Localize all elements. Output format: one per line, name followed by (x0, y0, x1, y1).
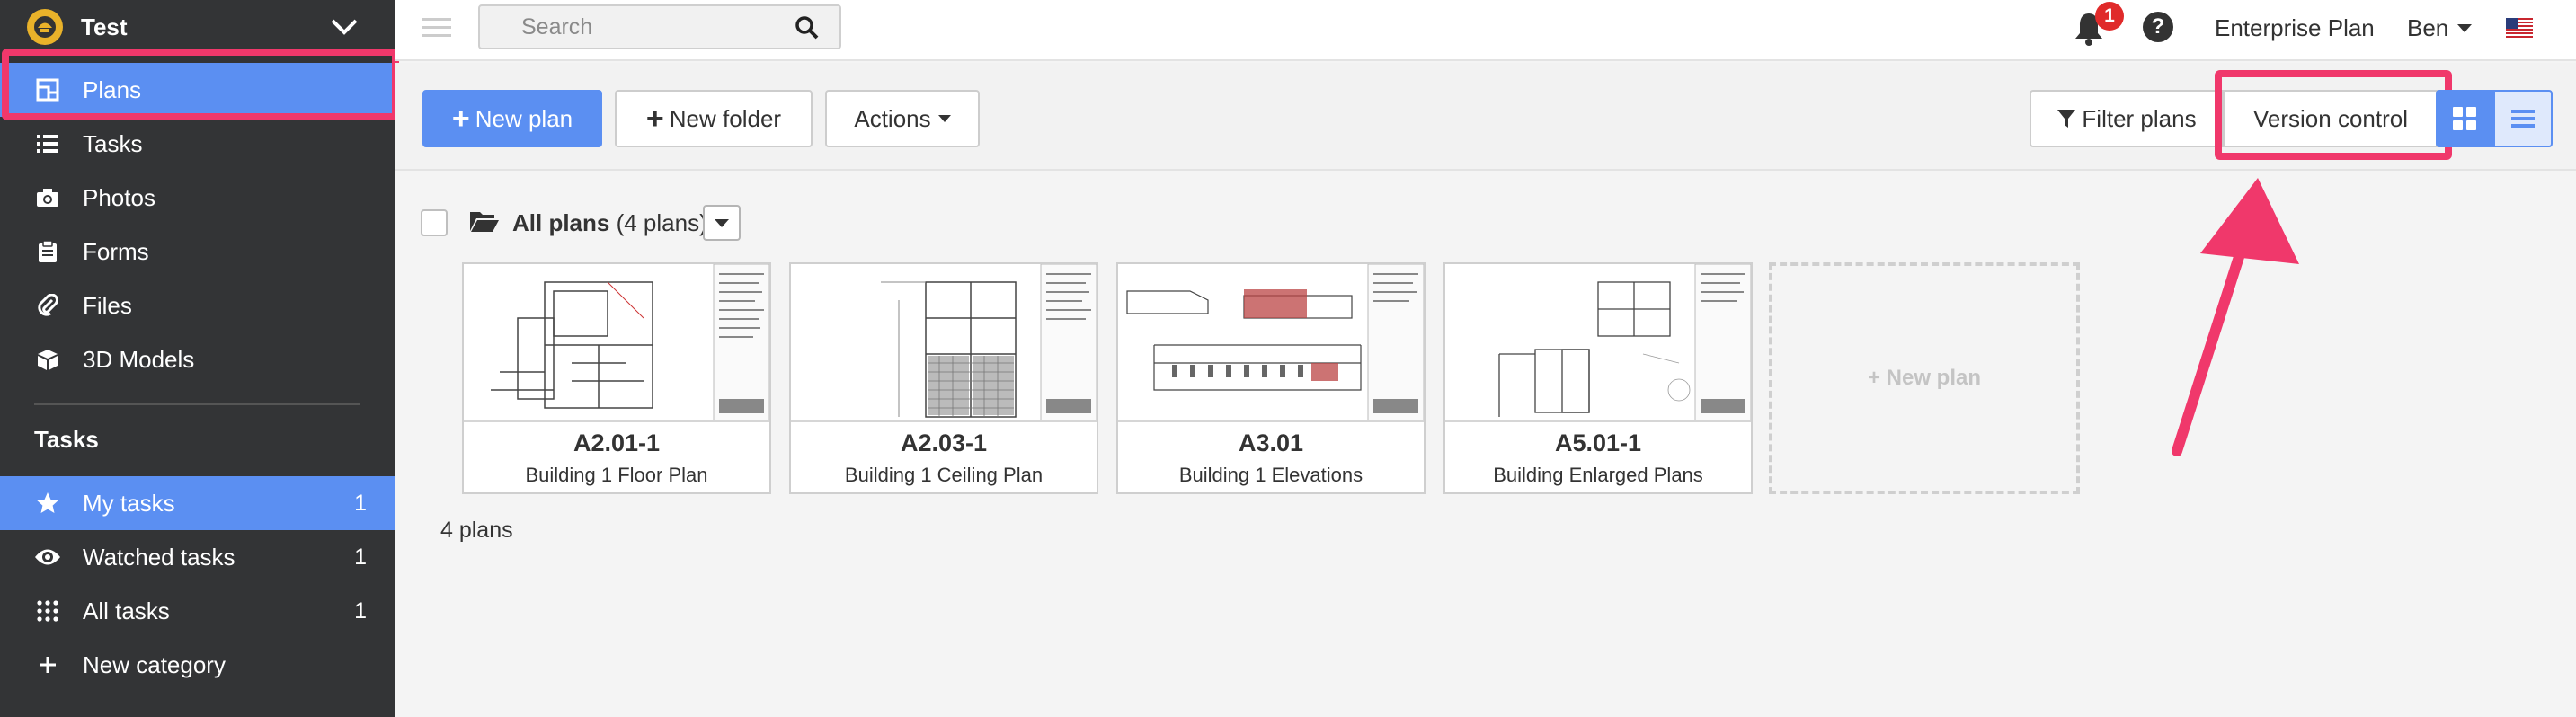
plan-code: A2.03-1 (900, 429, 988, 456)
version-control-highlight-box (2215, 70, 2452, 160)
project-logo-icon (27, 9, 63, 45)
notification-badge: 1 (2095, 2, 2124, 31)
project-name: Test (81, 13, 128, 40)
plan-card[interactable]: A2.01-1 Building 1 Floor Plan (462, 262, 771, 494)
new-plan-button[interactable]: + New plan (422, 90, 602, 147)
user-name: Ben (2407, 14, 2449, 41)
star-icon (34, 490, 61, 517)
task-count: 1 (354, 544, 367, 570)
annotation-arrow-icon (2172, 178, 2299, 456)
sidebar-item-label: Tasks (83, 129, 143, 157)
filter-plans-button[interactable]: Filter plans (2030, 90, 2224, 147)
plan-thumbnail (1118, 264, 1424, 422)
caret-down-icon (937, 115, 951, 122)
plan-code: A3.01 (1238, 429, 1304, 456)
plan-card[interactable]: A3.01 Building 1 Elevations (1116, 262, 1426, 494)
eye-icon (34, 544, 61, 571)
search-input[interactable] (482, 8, 769, 46)
grid-view-icon (2453, 107, 2476, 130)
plus-icon: + (645, 102, 664, 136)
sidebar-item-forms[interactable]: Forms (0, 225, 395, 279)
help-icon[interactable]: ? (2143, 12, 2173, 42)
task-count: 1 (354, 490, 367, 516)
plus-icon (34, 651, 61, 678)
plan-name: Building Enlarged Plans (1493, 464, 1703, 486)
top-header: 1 ? Enterprise Plan Ben (395, 0, 2576, 61)
search-icon[interactable] (795, 15, 820, 45)
plan-name: Building 1 Ceiling Plan (844, 464, 1044, 486)
sidebar-item-label: Files (83, 291, 132, 319)
new-plan-label: New plan (475, 104, 573, 132)
plan-card[interactable]: A2.03-1 Building 1 Ceiling Plan (789, 262, 1098, 494)
plan-name: Building 1 Elevations (1178, 464, 1364, 486)
sidebar-item-label: New category (83, 651, 226, 678)
folder-header: All plans (4 plans) (421, 205, 707, 241)
folder-title: All plans (4 plans) (512, 209, 707, 237)
plan-code: A2.01-1 (573, 429, 661, 456)
plans-toolbar: + New plan + New folder Actions Filter p… (395, 63, 2576, 171)
menu-icon[interactable] (422, 16, 451, 44)
us-flag-icon[interactable] (2506, 18, 2533, 38)
folder-open-icon (469, 209, 500, 237)
plan-thumbnail (791, 264, 1097, 422)
actions-dropdown[interactable]: Actions (825, 90, 980, 147)
folder-dropdown-button[interactable] (703, 205, 741, 241)
caret-down-icon (715, 218, 729, 227)
sidebar-item-new-category[interactable]: New category (0, 638, 395, 692)
folder-name: All plans (512, 208, 610, 236)
sidebar-item-3d-models[interactable]: 3D Models (0, 332, 395, 386)
user-menu[interactable]: Ben (2407, 14, 2473, 42)
plans-highlight-box (2, 49, 399, 120)
sidebar-item-label: 3D Models (83, 345, 195, 373)
plan-card[interactable]: A5.01-1 Building Enlarged Plans (1443, 262, 1753, 494)
sidebar-item-label: My tasks (83, 489, 175, 517)
subscription-plan-link[interactable]: Enterprise Plan (2215, 14, 2375, 42)
caret-down-icon (2457, 24, 2473, 32)
grid-dots-icon (34, 598, 61, 624)
new-folder-button[interactable]: + New folder (615, 90, 813, 147)
list-view-icon (2511, 110, 2535, 128)
sidebar-item-files[interactable]: Files (0, 279, 395, 332)
list-view-button[interactable] (2493, 90, 2553, 147)
sidebar-item-my-tasks[interactable]: My tasks 1 (0, 476, 395, 530)
sidebar-item-label: Forms (83, 237, 149, 265)
actions-label: Actions (854, 104, 931, 132)
sidebar-item-label: Watched tasks (83, 543, 235, 571)
camera-icon (34, 184, 61, 211)
new-folder-label: New folder (669, 104, 782, 132)
select-all-checkbox[interactable] (421, 209, 448, 236)
project-selector[interactable]: Test (0, 0, 395, 54)
cube-icon (34, 346, 61, 373)
sidebar-item-tasks[interactable]: Tasks (0, 117, 395, 171)
filter-icon (2057, 110, 2076, 128)
grid-view-button[interactable] (2436, 90, 2493, 147)
task-count: 1 (354, 598, 367, 624)
paperclip-icon (34, 292, 61, 319)
sidebar-item-photos[interactable]: Photos (0, 171, 395, 225)
clipboard-icon (34, 238, 61, 265)
filter-plans-label: Filter plans (2082, 104, 2197, 132)
list-icon (34, 130, 61, 157)
plan-code: A5.01-1 (1554, 429, 1642, 456)
chevron-down-icon[interactable] (329, 13, 360, 44)
plan-count: 4 plans (440, 518, 513, 543)
plan-name: Building 1 Floor Plan (525, 464, 708, 486)
sidebar-item-all-tasks[interactable]: All tasks 1 (0, 584, 395, 638)
sidebar-item-label: Photos (83, 183, 155, 211)
sidebar-section-title: Tasks (34, 426, 99, 453)
plus-icon: + (451, 102, 470, 136)
new-plan-card[interactable]: + New plan (1769, 262, 2080, 494)
sidebar-item-label: All tasks (83, 597, 170, 624)
sidebar-divider (34, 403, 360, 405)
folder-count: (4 plans) (616, 208, 707, 236)
plan-thumbnail (1445, 264, 1751, 422)
plan-thumbnail (464, 264, 769, 422)
sidebar-item-watched-tasks[interactable]: Watched tasks 1 (0, 530, 395, 584)
search-box (478, 4, 841, 49)
